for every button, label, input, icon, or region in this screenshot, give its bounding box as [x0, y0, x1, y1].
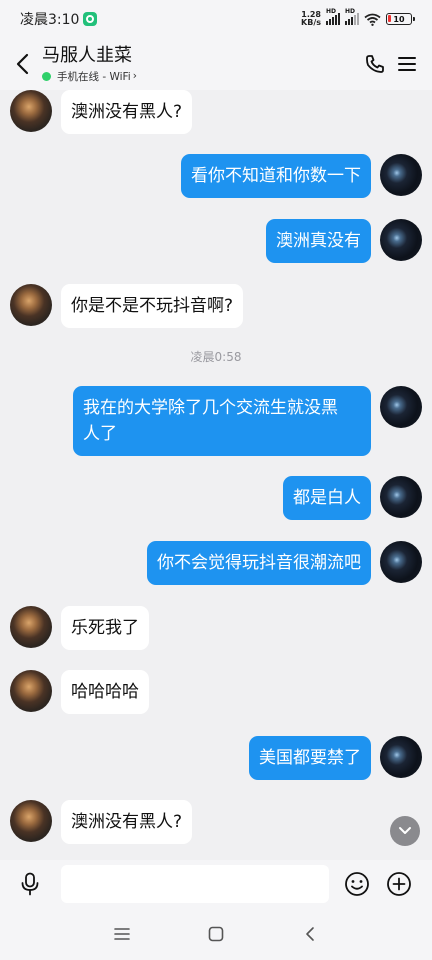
message-row: 哈哈哈哈: [10, 670, 149, 714]
self-avatar[interactable]: [380, 476, 422, 518]
signal-2-icon: HD: [345, 8, 359, 25]
message-bubble[interactable]: 我在的大学除了几个交流生就没黑 人了: [73, 386, 371, 456]
message-row: 看你不知道和你数一下: [181, 154, 422, 198]
menu-button[interactable]: [396, 53, 418, 75]
message-row: 澳洲没有黑人?: [10, 800, 193, 844]
chevron-down-icon: [399, 827, 411, 834]
chat-title: 马服人韭菜: [42, 44, 132, 66]
message-bubble[interactable]: 乐死我了: [61, 606, 149, 650]
message-timestamp: 凌晨0:58: [190, 350, 242, 364]
system-navigation-bar: [0, 908, 432, 960]
chat-header: 马服人韭菜 手机在线 - WiFi ›: [0, 38, 432, 90]
message-row: 你是不是不玩抖音啊?: [10, 284, 244, 328]
microphone-icon: [21, 872, 39, 896]
peer-avatar[interactable]: [10, 90, 52, 132]
message-bubble[interactable]: 看你不知道和你数一下: [181, 154, 371, 198]
emoji-icon: [345, 872, 369, 896]
message-bubble[interactable]: 澳洲没有黑人?: [61, 90, 193, 134]
status-time: 凌晨3:10: [20, 12, 80, 28]
wifi-icon: [364, 13, 381, 26]
back-button[interactable]: [2, 38, 42, 90]
header-actions: [364, 53, 418, 75]
back-nav-button[interactable]: [299, 923, 321, 945]
phone-icon: [366, 55, 384, 73]
message-bubble[interactable]: 澳洲真没有: [266, 219, 371, 263]
scroll-to-bottom-button[interactable]: [390, 816, 420, 846]
battery-level: 10: [393, 14, 405, 24]
message-row: 你不会觉得玩抖音很潮流吧: [147, 541, 422, 585]
presence-text: 手机在线 - WiFi: [57, 70, 131, 83]
voice-input-button[interactable]: [16, 870, 44, 898]
peer-avatar[interactable]: [10, 284, 52, 326]
message-bubble[interactable]: 都是白人: [283, 476, 371, 520]
hamburger-menu-icon: [398, 57, 416, 71]
message-input-bar: [0, 860, 432, 908]
more-actions-button[interactable]: [385, 870, 413, 898]
chat-title-block[interactable]: 马服人韭菜 手机在线 - WiFi ›: [42, 45, 137, 84]
app-notification-icon: [83, 12, 98, 26]
peer-avatar[interactable]: [10, 800, 52, 842]
square-home-icon: [208, 926, 224, 942]
message-row: 乐死我了: [10, 606, 149, 650]
battery-icon: 10: [386, 13, 415, 25]
self-avatar[interactable]: [380, 386, 422, 428]
peer-avatar[interactable]: [10, 606, 52, 648]
self-avatar[interactable]: [380, 736, 422, 778]
message-row: 都是白人: [283, 476, 422, 520]
emoji-button[interactable]: [343, 870, 371, 898]
presence-status: 手机在线 - WiFi ›: [42, 69, 137, 84]
signal-1-label: HD: [326, 8, 337, 15]
self-avatar[interactable]: [380, 219, 422, 261]
message-bubble[interactable]: 你不会觉得玩抖音很潮流吧: [147, 541, 371, 585]
message-bubble[interactable]: 澳洲没有黑人?: [61, 800, 193, 844]
presence-chevron-icon: ›: [132, 70, 137, 82]
signal-2-label: HD: [345, 8, 356, 15]
message-row: 美国都要禁了: [249, 736, 422, 780]
chevron-left-icon: [16, 53, 29, 75]
message-input[interactable]: [61, 865, 329, 903]
message-row: 澳洲没有黑人?: [10, 90, 193, 134]
home-button[interactable]: [205, 923, 227, 945]
menu-lines-icon: [114, 928, 130, 940]
message-bubble[interactable]: 美国都要禁了: [249, 736, 371, 780]
message-bubble[interactable]: 哈哈哈哈: [61, 670, 149, 714]
message-row: 我在的大学除了几个交流生就没黑 人了: [73, 386, 422, 456]
self-avatar[interactable]: [380, 154, 422, 196]
recent-apps-button[interactable]: [111, 923, 133, 945]
network-speed-unit: KB/s: [301, 18, 321, 27]
phone-call-button[interactable]: [364, 53, 386, 75]
chat-message-list[interactable]: 澳洲没有黑人? 看你不知道和你数一下 澳洲真没有 你是不是不玩抖音啊? 凌晨0:…: [0, 90, 432, 860]
self-avatar[interactable]: [380, 541, 422, 583]
back-arrow-icon: [306, 927, 314, 941]
status-indicators: 1.28 KB/s HD HD 10: [301, 8, 415, 27]
peer-avatar[interactable]: [10, 670, 52, 712]
plus-circle-icon: [387, 872, 411, 896]
status-bar: 凌晨3:10 1.28 KB/s HD HD 10: [0, 0, 432, 38]
message-row: 澳洲真没有: [266, 219, 422, 263]
signal-1-icon: HD: [326, 8, 340, 25]
network-speed: 1.28 KB/s: [301, 11, 321, 27]
message-bubble[interactable]: 你是不是不玩抖音啊?: [61, 284, 244, 328]
online-dot-icon: [42, 71, 51, 81]
